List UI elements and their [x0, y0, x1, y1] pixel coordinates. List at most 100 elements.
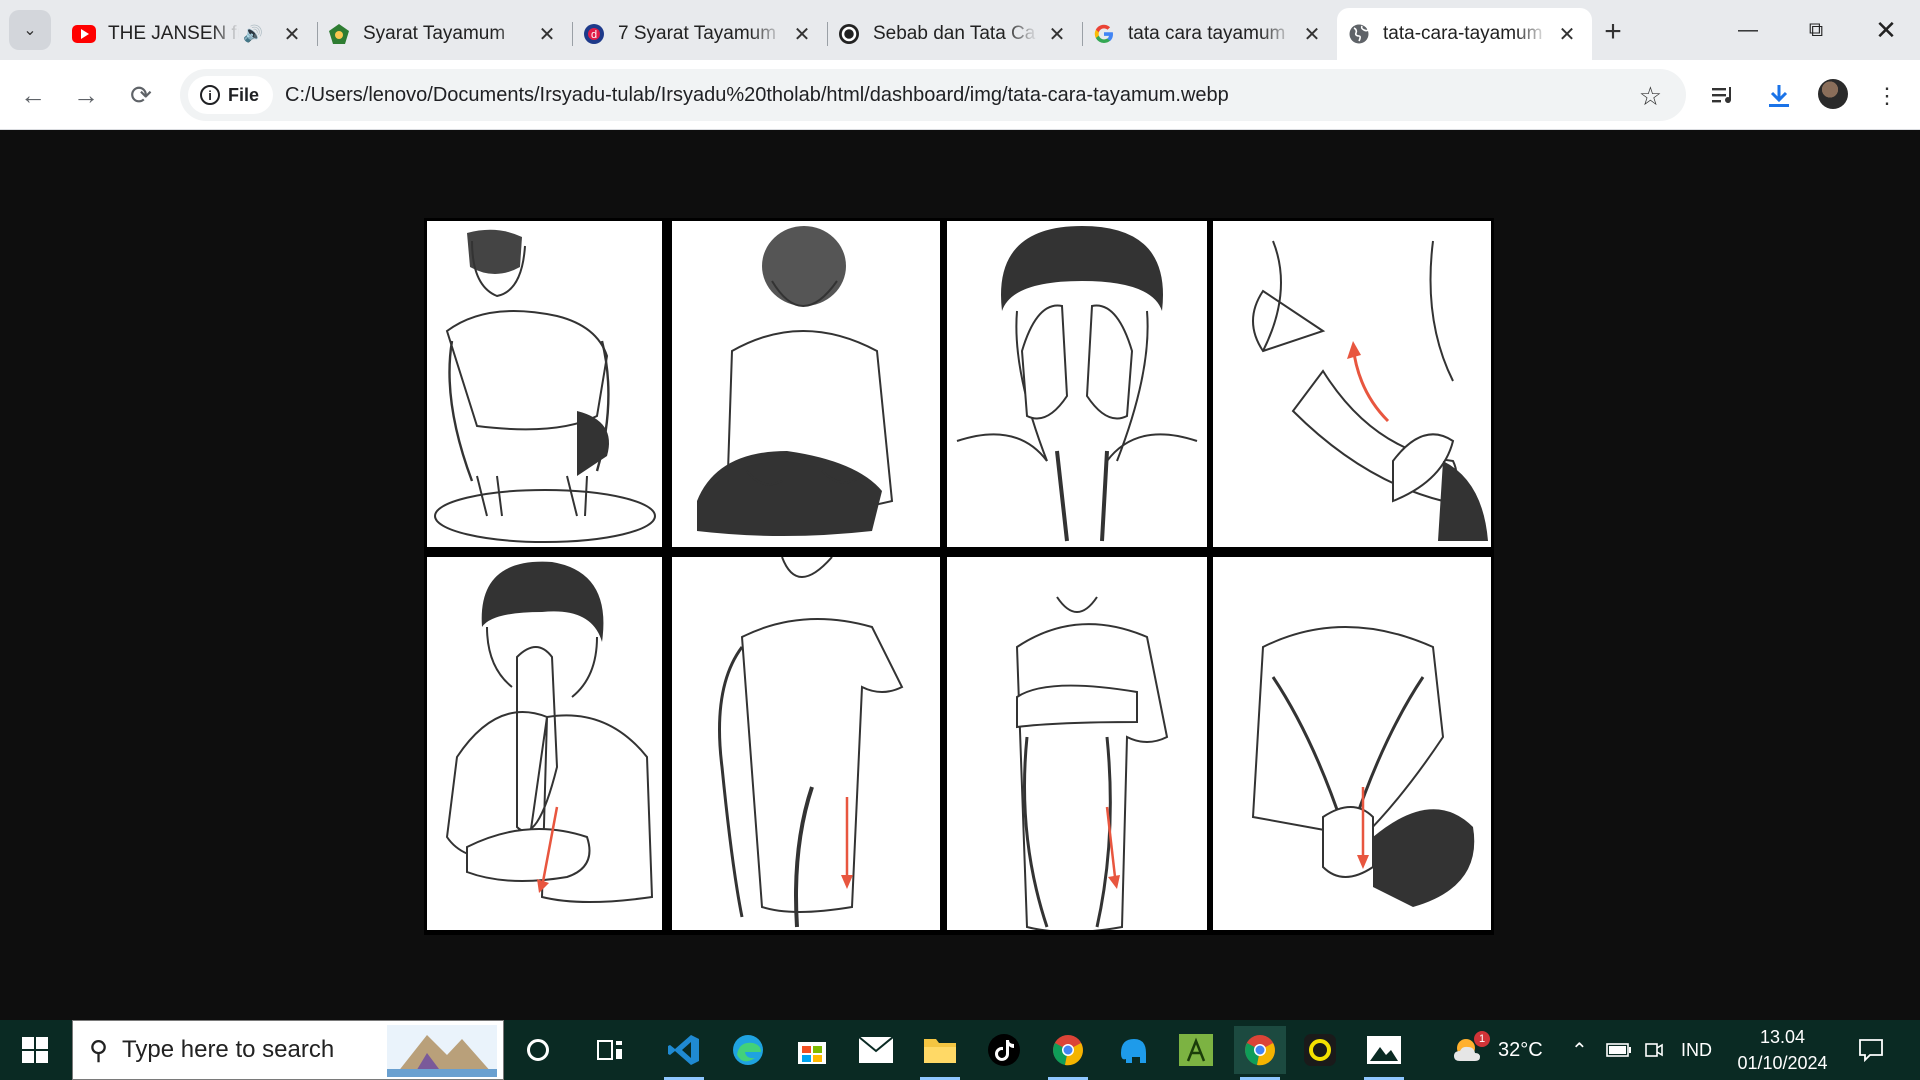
chrome-app-active[interactable] [1234, 1026, 1286, 1080]
folder-icon [924, 1039, 956, 1063]
search-highlight-illustration [387, 1025, 497, 1077]
close-icon: ✕ [1875, 14, 1897, 45]
address-bar[interactable]: i File C:/Users/lenovo/Documents/Irsyadu… [180, 69, 1686, 121]
tab-tata-cara-tayamum-active[interactable]: tata-cara-tayamum ✕ [1337, 8, 1592, 60]
panel-wipe-face-again [427, 557, 662, 930]
arrow-right-icon: → [73, 79, 99, 110]
mail-app[interactable] [850, 1026, 902, 1074]
restore-button[interactable]: ⧉ [1782, 0, 1850, 60]
speaker-icon[interactable]: 🔊 [243, 24, 263, 44]
tab-syarat-tayamum[interactable]: Syarat Tayamum ✕ [317, 8, 572, 60]
weather-temperature: 32°C [1498, 1038, 1543, 1061]
profile-avatar[interactable] [1818, 79, 1848, 109]
mail-icon [858, 1036, 894, 1063]
close-tab-icon[interactable]: ✕ [536, 23, 558, 46]
tab-sebab-dan-tata-cara[interactable]: Sebab dan Tata Ca ✕ [827, 8, 1082, 60]
tab-google-search[interactable]: tata cara tayamum ✕ [1082, 8, 1337, 60]
microsoft-store-app[interactable] [786, 1026, 838, 1074]
tab-title: tata-cara-tayamum [1383, 23, 1543, 44]
close-tab-icon[interactable]: ✕ [791, 23, 813, 46]
show-hidden-icons-button[interactable]: ⌃ [1571, 1020, 1588, 1080]
task-view-icon [597, 1040, 622, 1060]
vscode-app[interactable] [658, 1026, 710, 1080]
bookmark-star-icon[interactable]: ☆ [1639, 81, 1662, 112]
scheme-label: File [228, 84, 260, 105]
minimize-icon: — [1738, 18, 1758, 41]
media-controls-icon[interactable] [1708, 80, 1740, 112]
edge-app[interactable] [722, 1026, 774, 1074]
back-button[interactable]: ← [13, 75, 53, 115]
kebab-menu-icon[interactable]: ⋮ [1871, 80, 1903, 112]
detik-icon: d [582, 22, 606, 46]
download-icon[interactable] [1763, 80, 1795, 112]
close-window-button[interactable]: ✕ [1852, 0, 1920, 60]
weather-badge: 1 [1474, 1031, 1490, 1047]
tiktok-app[interactable] [978, 1026, 1030, 1074]
weather-icon: 1 [1452, 1031, 1490, 1065]
windows-taskbar: ⚲ Type here to search 1 32°C ⌃ IND 13.04… [0, 1020, 1920, 1080]
close-tab-icon[interactable]: ✕ [1046, 23, 1068, 46]
lambda-tool-icon [1179, 1034, 1213, 1066]
tab-search-button[interactable]: ⌄ [9, 10, 51, 50]
close-tab-icon[interactable]: ✕ [1556, 23, 1578, 46]
windows-logo-icon [22, 1037, 48, 1063]
new-tab-button[interactable]: + [1595, 14, 1631, 50]
start-button[interactable] [0, 1020, 70, 1080]
tab-youtube[interactable]: THE JANSEN fu 🔊 ✕ [62, 8, 317, 60]
minimize-button[interactable]: — [1714, 0, 1782, 60]
battery-indicator[interactable] [1606, 1020, 1632, 1080]
circle-logo-icon [837, 22, 861, 46]
notification-icon [1859, 1039, 1883, 1062]
green-tool-app[interactable] [1170, 1026, 1222, 1074]
input-language-indicator[interactable]: IND [1681, 1020, 1712, 1080]
image-viewer [0, 131, 1920, 1020]
blue-app[interactable] [1106, 1026, 1158, 1074]
chrome-icon [1245, 1035, 1275, 1066]
battery-icon [1606, 1043, 1631, 1057]
store-icon [798, 1042, 826, 1064]
taskbar-search-box[interactable]: ⚲ Type here to search [72, 1020, 504, 1080]
system-clock[interactable]: 13.04 01/10/2024 [1730, 1024, 1835, 1076]
search-icon: ⚲ [89, 1034, 109, 1065]
reload-button[interactable]: ⟳ [121, 75, 161, 115]
tab-strip: ⌄ THE JANSEN fu 🔊 ✕ Syarat Tayamum ✕ d 7… [0, 0, 1920, 60]
clock-date: 01/10/2024 [1737, 1053, 1828, 1073]
url-text[interactable]: C:/Users/lenovo/Documents/Irsyadu-tulab/… [285, 84, 1229, 107]
tab-title: 7 Syarat Tayamum [618, 23, 777, 44]
photos-app[interactable] [1358, 1026, 1410, 1080]
weather-widget[interactable]: 1 32°C [1452, 1020, 1543, 1080]
vscode-icon [668, 1035, 699, 1065]
close-tab-icon[interactable]: ✕ [281, 23, 303, 46]
file-explorer-app[interactable] [914, 1026, 966, 1080]
cortana-button[interactable] [512, 1026, 564, 1074]
chrome-profile-app[interactable] [1042, 1026, 1094, 1080]
google-icon [1092, 22, 1116, 46]
meet-now-button[interactable] [1644, 1020, 1664, 1080]
chrome-icon [1053, 1035, 1083, 1066]
task-view-button[interactable] [584, 1026, 636, 1074]
forward-button[interactable]: → [66, 75, 106, 115]
tab-title: Syarat Tayamum [363, 23, 506, 44]
arrow-left-icon: ← [20, 79, 46, 110]
site-info-chip[interactable]: i File [188, 76, 274, 114]
search-placeholder: Type here to search [122, 1036, 335, 1063]
tab-title: THE JANSEN fu [108, 23, 240, 44]
chevron-down-icon: ⌄ [23, 22, 37, 39]
tab-list: THE JANSEN fu 🔊 ✕ Syarat Tayamum ✕ d 7 S… [62, 8, 1592, 60]
panel-wipe-left-arm [1213, 221, 1491, 547]
yellow-ring-icon [1304, 1034, 1336, 1066]
tab-7-syarat-tayamum[interactable]: d 7 Syarat Tayamum ✕ [572, 8, 827, 60]
panel-rub-hands [1213, 557, 1491, 930]
youtube-icon [72, 22, 96, 46]
svg-text:d: d [591, 29, 597, 41]
yellow-app[interactable] [1294, 1026, 1346, 1074]
panel-wipe-face [947, 221, 1207, 547]
tiktok-icon [988, 1034, 1020, 1066]
tab-title: Sebab dan Tata Ca [873, 23, 1036, 44]
panel-strike-dust [427, 221, 662, 547]
photos-icon [1367, 1036, 1401, 1064]
close-tab-icon[interactable]: ✕ [1301, 23, 1323, 46]
notification-center-button[interactable] [1853, 1032, 1889, 1068]
green-emblem-icon [327, 22, 351, 46]
tayamum-steps-image [424, 218, 1494, 935]
